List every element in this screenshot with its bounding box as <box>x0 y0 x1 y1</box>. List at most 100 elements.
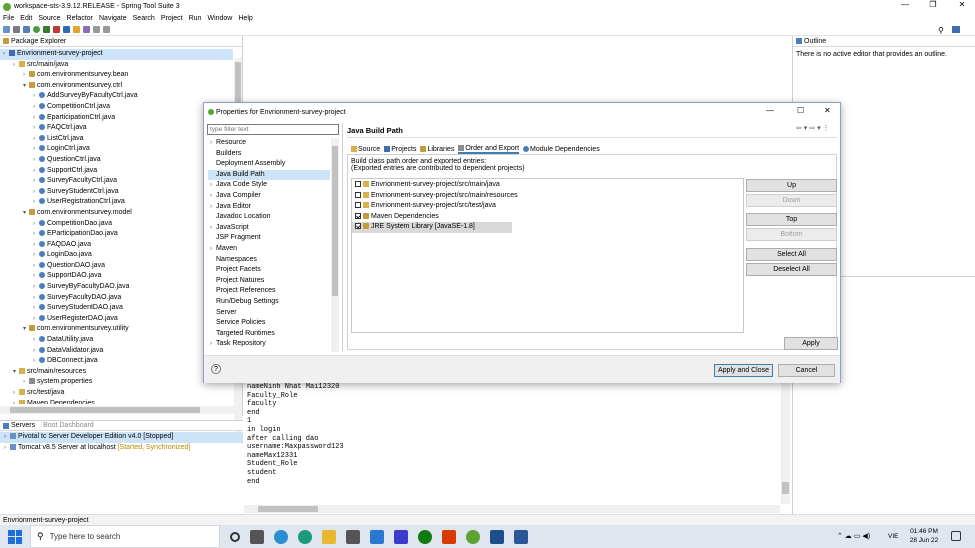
build-path-entry[interactable]: Envrionment-survey-project/src/main/reso… <box>352 191 743 202</box>
tab-order-and-export[interactable]: Order and Export <box>458 144 520 154</box>
stop-icon[interactable] <box>53 26 60 33</box>
package-tree-item[interactable]: › FAQCtrl.java <box>0 123 233 134</box>
package-tree-item[interactable]: › QuestionCtrl.java <box>0 155 233 166</box>
menu-file[interactable]: File <box>3 15 14 22</box>
export-checkbox[interactable] <box>355 223 361 229</box>
task-view-icon[interactable] <box>230 531 240 542</box>
save-icon[interactable] <box>13 26 20 33</box>
chevron-right-icon[interactable]: › <box>33 144 39 155</box>
store-icon[interactable] <box>346 529 360 544</box>
nav-item[interactable]: JSP Fragment <box>208 233 330 244</box>
server-item[interactable]: › Pivotal tc Server Developer Edition v4.… <box>0 432 243 443</box>
notifications-icon[interactable] <box>951 531 961 541</box>
package-tree-item[interactable]: › system.properties <box>0 377 233 388</box>
search-icon[interactable]: ⚲ <box>938 26 944 35</box>
menu-navigate[interactable]: Navigate <box>99 15 127 22</box>
chevron-right-icon[interactable]: › <box>33 250 39 261</box>
chevron-right-icon[interactable]: › <box>33 271 39 282</box>
build-path-entry[interactable]: Maven Dependencies <box>352 212 743 223</box>
clock[interactable]: 01:46 PM 28 Jun 22 <box>906 527 942 545</box>
build-path-entry[interactable]: JRE System Library [JavaSE-1.8] <box>352 222 512 233</box>
apply-button[interactable]: Apply <box>784 337 838 350</box>
chevron-right-icon[interactable]: › <box>33 293 39 304</box>
filter-input[interactable] <box>207 124 339 135</box>
server-icon[interactable] <box>63 26 70 33</box>
package-tree-item[interactable]: › AddSurveyByFacultyCtrl.java <box>0 91 233 102</box>
nav-item[interactable]: › Task Repository <box>208 339 330 350</box>
package-tree-item[interactable]: › Envrionment-survey-project <box>0 49 233 60</box>
run-icon[interactable] <box>33 26 40 33</box>
down-button[interactable]: Down <box>746 194 837 207</box>
package-tree-item[interactable]: › SurveyFacultyCtrl.java <box>0 176 233 187</box>
chevron-right-icon[interactable]: › <box>33 261 39 272</box>
up-button[interactable]: Up <box>746 179 837 192</box>
nav-item[interactable]: › JavaScript <box>208 223 330 234</box>
file-explorer-icon[interactable] <box>322 529 336 544</box>
package-tree-item[interactable]: › SurveyStudentCtrl.java <box>0 187 233 198</box>
nav-item[interactable]: › Java Code Style <box>208 180 330 191</box>
server-item[interactable]: › Tomcat v8.5 Server at localhost [Starte… <box>0 443 243 454</box>
package-tree-item[interactable]: › LoginDao.java <box>0 250 233 261</box>
console-hscroll[interactable] <box>244 505 780 513</box>
export-checkbox[interactable] <box>355 212 361 219</box>
dialog-maximize-button[interactable]: ☐ <box>797 106 804 115</box>
chevron-right-icon[interactable]: › <box>33 356 39 367</box>
package-tree-item[interactable]: › SupportDAO.java <box>0 271 233 282</box>
package-tree-item[interactable]: › src/main/java <box>0 60 233 71</box>
menu-help[interactable]: Help <box>238 15 252 22</box>
menu-project[interactable]: Project <box>161 15 183 22</box>
deselect-all-button[interactable]: Deselect All <box>746 263 837 276</box>
language-indicator[interactable]: VIE <box>888 533 898 540</box>
package-tree-item[interactable]: › CompetitionDao.java <box>0 219 233 230</box>
package-tree-item[interactable]: › ListCtrl.java <box>0 134 233 145</box>
nav-item[interactable]: Service Policies <box>208 318 330 329</box>
export-checkbox[interactable] <box>355 181 361 187</box>
package-tree-item[interactable]: ▾ com.environmentsurvey.ctrl <box>0 81 233 92</box>
package-tree-item[interactable]: › EparticipationCtrl.java <box>0 113 233 124</box>
console-vscroll[interactable] <box>781 382 790 504</box>
chevron-right-icon[interactable]: › <box>33 314 39 325</box>
chevron-right-icon[interactable]: › <box>33 187 39 198</box>
boot-dashboard-tab[interactable]: Boot Dashboard <box>43 422 94 429</box>
package-tree-item[interactable]: › LoginCtrl.java <box>0 144 233 155</box>
package-tree-item[interactable]: ▾ src/main/resources <box>0 367 233 378</box>
nav-item[interactable]: Server <box>208 308 330 319</box>
package-tree-item[interactable]: › UserRegistrationCtrl.java <box>0 197 233 208</box>
chevron-right-icon[interactable]: › <box>33 335 39 346</box>
package-tree-item[interactable]: › QuestionDAO.java <box>0 261 233 272</box>
package-tree-item[interactable]: › SurveyByFacultyDAO.java <box>0 282 233 293</box>
help-icon[interactable]: ? <box>211 364 221 374</box>
package-icon[interactable] <box>73 26 80 33</box>
outline-tab[interactable]: Outline <box>793 36 975 47</box>
chevron-right-icon[interactable]: › <box>33 123 39 134</box>
bottom-button[interactable]: Bottom <box>746 228 837 241</box>
package-tree-item[interactable]: › SupportCtrl.java <box>0 166 233 177</box>
chevron-right-icon[interactable]: › <box>33 282 39 293</box>
forward-icon[interactable] <box>103 26 110 33</box>
package-tree-item[interactable]: ▾ com.environmentsurvey.model <box>0 208 233 219</box>
nav-item[interactable]: Project Facets <box>208 265 330 276</box>
top-button[interactable]: Top <box>746 213 837 226</box>
chevron-right-icon[interactable]: › <box>33 91 39 102</box>
edge-icon[interactable] <box>274 529 288 544</box>
print-icon[interactable] <box>23 26 30 33</box>
chevron-right-icon[interactable]: › <box>33 155 39 166</box>
nav-item[interactable]: Run/Debug Settings <box>208 297 330 308</box>
export-checkbox[interactable] <box>355 202 361 208</box>
menu-window[interactable]: Window <box>207 15 232 22</box>
package-tree-item[interactable]: › com.environmentsurvey.bean <box>0 70 233 81</box>
chevron-right-icon[interactable]: › <box>33 176 39 187</box>
tab-libraries[interactable]: Libraries <box>420 144 454 154</box>
nav-item[interactable]: › Resource <box>208 138 330 149</box>
nav-item[interactable]: Targeted Runtimes <box>208 329 330 340</box>
build-path-entry[interactable]: Envrionment-survey-project/src/main/java <box>352 180 743 191</box>
taskbar-search-box[interactable]: ⚲ Type here to search <box>30 525 220 548</box>
tab-source[interactable]: Source <box>351 144 380 154</box>
chevron-right-icon[interactable]: › <box>33 229 39 240</box>
menu-refactor[interactable]: Refactor <box>67 15 93 22</box>
apply-and-close-button[interactable]: Apply and Close <box>714 364 773 377</box>
dialog-minimize-button[interactable]: — <box>766 106 774 115</box>
package-tree-item[interactable]: › EParticipationDao.java <box>0 229 233 240</box>
package-tree-item[interactable]: › UserRegisterDAO.java <box>0 314 233 325</box>
chevron-right-icon[interactable]: › <box>33 303 39 314</box>
